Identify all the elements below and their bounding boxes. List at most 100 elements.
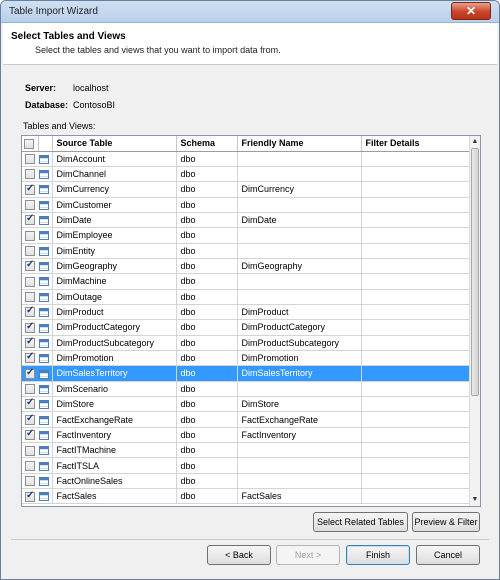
friendly-name-cell[interactable]: DimSalesTerritory bbox=[237, 365, 362, 382]
friendly-name-cell[interactable] bbox=[237, 197, 362, 213]
row-checkbox-cell[interactable] bbox=[22, 166, 38, 183]
scroll-down-icon[interactable]: ▼ bbox=[470, 494, 480, 506]
column-header-source-table[interactable]: Source Table bbox=[52, 136, 177, 152]
schema-cell[interactable]: dbo bbox=[176, 335, 238, 351]
source-table-cell[interactable]: DimDate bbox=[52, 212, 177, 229]
row-checkbox-cell[interactable] bbox=[22, 319, 38, 336]
source-table-cell[interactable]: FactSales bbox=[52, 488, 177, 505]
table-row[interactable]: FactSalesdboFactSales bbox=[22, 488, 472, 505]
row-checkbox-cell[interactable] bbox=[22, 488, 38, 505]
table-row[interactable]: DimProductSubcategorydboDimProductSubcat… bbox=[22, 335, 472, 351]
table-row[interactable]: DimScenario dbo bbox=[22, 381, 472, 398]
table-row[interactable]: DimAccount dbo bbox=[22, 151, 472, 167]
column-header-schema[interactable]: Schema bbox=[176, 136, 238, 152]
schema-cell[interactable]: dbo bbox=[176, 411, 238, 428]
filter-details-cell[interactable] bbox=[361, 335, 472, 351]
row-checkbox-cell[interactable] bbox=[22, 350, 38, 367]
friendly-name-cell[interactable] bbox=[237, 289, 362, 305]
table-row[interactable]: DimOutage dbo bbox=[22, 289, 472, 305]
friendly-name-cell[interactable] bbox=[237, 442, 362, 459]
schema-cell[interactable]: dbo bbox=[176, 457, 238, 474]
row-checkbox[interactable] bbox=[25, 200, 35, 211]
row-checkbox-cell[interactable] bbox=[22, 227, 38, 244]
friendly-name-cell[interactable]: DimGeography bbox=[237, 258, 362, 275]
filter-details-cell[interactable] bbox=[361, 243, 472, 259]
schema-cell[interactable]: dbo bbox=[176, 473, 238, 490]
row-checkbox[interactable] bbox=[25, 351, 35, 364]
row-checkbox[interactable] bbox=[25, 153, 35, 164]
schema-cell[interactable]: dbo bbox=[176, 396, 238, 413]
schema-cell[interactable]: dbo bbox=[176, 488, 238, 505]
row-checkbox-cell[interactable] bbox=[22, 381, 38, 398]
row-checkbox[interactable] bbox=[25, 183, 35, 195]
filter-details-cell[interactable] bbox=[361, 350, 472, 367]
source-table-cell[interactable]: FactExchangeRate bbox=[52, 411, 177, 428]
filter-details-cell[interactable] bbox=[361, 166, 472, 183]
tables-grid[interactable]: Source Table Schema Friendly Name Filter… bbox=[21, 135, 481, 507]
filter-details-cell[interactable] bbox=[361, 488, 472, 505]
filter-details-cell[interactable] bbox=[361, 258, 472, 275]
row-checkbox-cell[interactable] bbox=[22, 365, 38, 382]
table-row[interactable]: DimProductdboDimProduct bbox=[22, 304, 472, 321]
schema-cell[interactable]: dbo bbox=[176, 243, 238, 259]
row-checkbox[interactable] bbox=[25, 367, 35, 379]
row-checkbox[interactable] bbox=[25, 305, 35, 318]
source-table-cell[interactable]: DimGeography bbox=[52, 258, 177, 275]
source-table-cell[interactable]: FactITSLA bbox=[52, 457, 177, 474]
row-checkbox[interactable] bbox=[25, 246, 35, 257]
row-checkbox-cell[interactable] bbox=[22, 243, 38, 259]
schema-cell[interactable]: dbo bbox=[176, 381, 238, 398]
filter-details-cell[interactable] bbox=[361, 442, 472, 459]
table-row[interactable]: DimDatedboDimDate bbox=[22, 212, 472, 229]
friendly-name-cell[interactable]: DimProduct bbox=[237, 304, 362, 321]
row-checkbox[interactable] bbox=[25, 384, 35, 395]
table-row[interactable]: FactOnlineSales dbo bbox=[22, 473, 472, 490]
row-checkbox-cell[interactable] bbox=[22, 335, 38, 351]
filter-details-cell[interactable] bbox=[361, 304, 472, 321]
source-table-cell[interactable]: DimMachine bbox=[52, 273, 177, 290]
source-table-cell[interactable]: FactOnlineSales bbox=[52, 473, 177, 490]
friendly-name-cell[interactable] bbox=[237, 243, 362, 259]
friendly-name-cell[interactable]: FactSales bbox=[237, 488, 362, 505]
friendly-name-cell[interactable]: DimProductCategory bbox=[237, 319, 362, 336]
row-checkbox[interactable] bbox=[25, 230, 35, 241]
table-row[interactable]: DimChannel dbo bbox=[22, 166, 472, 183]
table-row[interactable]: DimPromotiondboDimPromotion bbox=[22, 350, 472, 367]
row-checkbox-cell[interactable] bbox=[22, 197, 38, 213]
friendly-name-cell[interactable]: DimDate bbox=[237, 212, 362, 229]
select-all-header[interactable] bbox=[22, 136, 39, 152]
row-checkbox-cell[interactable] bbox=[22, 304, 38, 321]
table-row[interactable]: FactExchangeRatedboFactExchangeRate bbox=[22, 411, 472, 428]
row-checkbox-cell[interactable] bbox=[22, 457, 38, 474]
column-header-friendly-name[interactable]: Friendly Name bbox=[237, 136, 362, 152]
select-related-tables-button[interactable]: Select Related Tables bbox=[313, 512, 408, 532]
friendly-name-cell[interactable]: DimPromotion bbox=[237, 350, 362, 367]
friendly-name-cell[interactable] bbox=[237, 457, 362, 474]
table-row[interactable]: DimEmployee dbo bbox=[22, 227, 472, 244]
finish-button[interactable]: Finish bbox=[346, 545, 410, 565]
schema-cell[interactable]: dbo bbox=[176, 289, 238, 305]
filter-details-cell[interactable] bbox=[361, 151, 472, 167]
friendly-name-cell[interactable]: FactInventory bbox=[237, 427, 362, 444]
schema-cell[interactable]: dbo bbox=[176, 227, 238, 244]
friendly-name-cell[interactable] bbox=[237, 227, 362, 244]
source-table-cell[interactable]: DimSalesTerritory bbox=[52, 365, 177, 382]
table-row[interactable]: FactITMachine dbo bbox=[22, 442, 472, 459]
filter-details-cell[interactable] bbox=[361, 227, 472, 244]
row-checkbox[interactable] bbox=[25, 490, 35, 502]
row-checkbox-cell[interactable] bbox=[22, 273, 38, 290]
filter-details-cell[interactable] bbox=[361, 319, 472, 336]
source-table-cell[interactable]: DimCustomer bbox=[52, 197, 177, 213]
row-checkbox-cell[interactable] bbox=[22, 427, 38, 444]
next-button[interactable]: Next > bbox=[276, 545, 340, 565]
source-table-cell[interactable]: FactInventory bbox=[52, 427, 177, 444]
source-table-cell[interactable]: DimProduct bbox=[52, 304, 177, 321]
source-table-cell[interactable]: DimAccount bbox=[52, 151, 177, 167]
row-checkbox[interactable] bbox=[25, 428, 35, 441]
friendly-name-cell[interactable]: DimProductSubcategory bbox=[237, 335, 362, 351]
friendly-name-cell[interactable]: DimStore bbox=[237, 396, 362, 413]
friendly-name-cell[interactable]: FactExchangeRate bbox=[237, 411, 362, 428]
row-checkbox[interactable] bbox=[25, 336, 35, 349]
source-table-cell[interactable]: DimEmployee bbox=[52, 227, 177, 244]
schema-cell[interactable]: dbo bbox=[176, 304, 238, 321]
